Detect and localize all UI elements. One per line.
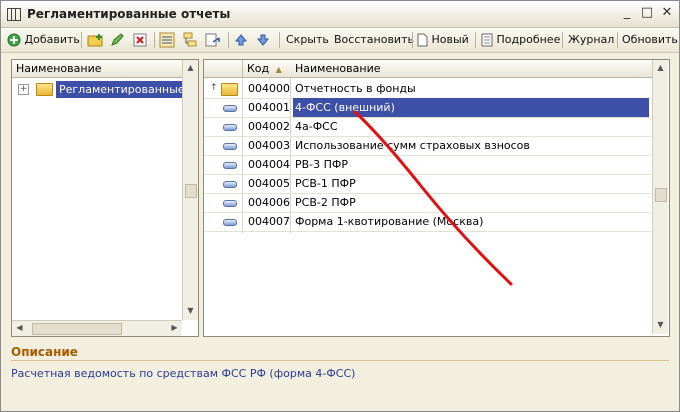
edit-button[interactable] <box>110 30 124 50</box>
tree-mode-button[interactable] <box>182 30 198 50</box>
code-header-label: Код <box>247 62 270 75</box>
restore-button[interactable]: Восстановить <box>334 30 414 50</box>
row-name: РВ-3 ПФР <box>295 158 349 171</box>
list-mode-button[interactable] <box>159 30 175 50</box>
delete-button[interactable] <box>133 30 147 50</box>
row-code: 004007 <box>248 215 290 228</box>
report-icon <box>223 143 237 150</box>
tree-panel: Наименование + Регламентированные от ▲ ▼… <box>11 59 199 337</box>
journal-button[interactable]: Журнал <box>568 30 614 50</box>
row-code: 004005 <box>248 177 290 190</box>
folder-icon: ↑ <box>204 79 242 98</box>
move-icon <box>205 33 220 47</box>
new-button[interactable]: Новый <box>417 30 469 50</box>
report-icon <box>204 155 242 174</box>
report-icon <box>204 117 242 136</box>
row-name: 4а-ФСС <box>295 120 338 133</box>
move-down-button[interactable] <box>256 30 270 50</box>
table-vertical-scrollbar[interactable]: ▲ ▼ <box>652 60 668 334</box>
list-icon <box>159 32 175 48</box>
add-icon <box>7 33 21 47</box>
delete-icon <box>133 33 147 47</box>
add-folder-icon <box>87 34 103 47</box>
add-button[interactable]: Добавить <box>7 30 80 50</box>
report-icon <box>223 105 237 112</box>
report-icon <box>223 200 237 207</box>
hierarchy-icon <box>183 32 197 47</box>
expand-icon[interactable]: + <box>18 84 29 95</box>
row-name: Отчетность в фонды <box>295 82 416 95</box>
move-up-button[interactable] <box>234 30 248 50</box>
close-icon[interactable]: ✕ <box>659 5 675 21</box>
table-row[interactable]: ↑ 004000 Отчетность в фонды <box>204 79 651 99</box>
tree-horizontal-scrollbar[interactable]: ◀ ▶ <box>12 320 182 336</box>
title-bar: Регламентированные отчеты _ □ ✕ <box>1 1 679 28</box>
annotation-arrow <box>353 110 513 286</box>
row-code: 004002 <box>248 120 290 133</box>
row-code: 004000 <box>248 82 290 95</box>
window-title: Регламентированные отчеты <box>27 7 231 21</box>
refresh-button[interactable]: Обновить <box>622 30 678 50</box>
scroll-thumb[interactable] <box>185 184 197 198</box>
report-icon <box>223 181 237 188</box>
report-icon <box>204 98 242 117</box>
row-code: 004003 <box>248 139 290 152</box>
row-code: 004001 <box>248 101 290 114</box>
hide-button[interactable]: Скрыть <box>286 30 329 50</box>
scroll-left-icon[interactable]: ◀ <box>12 323 27 332</box>
new-document-icon <box>417 33 428 47</box>
sort-icon: ▲ <box>275 65 282 74</box>
scroll-down-icon[interactable]: ▼ <box>653 320 668 329</box>
pencil-icon <box>111 33 124 46</box>
details-label: Подробнее <box>496 33 561 46</box>
details-icon <box>481 33 493 47</box>
report-icon <box>204 193 242 212</box>
hscroll-thumb[interactable] <box>32 323 122 335</box>
toolbar: Добавить Скрыть Восстановить Новый Подро… <box>1 28 679 53</box>
tree-vertical-scrollbar[interactable]: ▲ ▼ <box>182 60 198 320</box>
report-icon <box>204 212 242 231</box>
folder-icon <box>36 83 53 96</box>
scroll-right-icon[interactable]: ▶ <box>167 323 182 332</box>
add-folder-button[interactable] <box>87 30 105 50</box>
description-text: Расчетная ведомость по средствам ФСС РФ … <box>11 367 356 380</box>
scroll-down-icon[interactable]: ▼ <box>183 306 198 315</box>
move-button[interactable] <box>205 30 221 50</box>
level-up-icon[interactable]: ↑ <box>210 79 218 98</box>
folder-icon <box>221 83 238 96</box>
icon-column-header <box>204 60 243 78</box>
description-label: Описание <box>11 345 78 359</box>
table-icon <box>7 8 21 21</box>
row-code: 004004 <box>248 158 290 171</box>
row-code: 004006 <box>248 196 290 209</box>
description-divider <box>11 360 669 361</box>
tree-item-reports[interactable]: Регламентированные от <box>56 81 185 98</box>
report-icon <box>204 174 242 193</box>
name-column-header[interactable]: Наименование <box>293 60 653 78</box>
report-icon <box>223 124 237 131</box>
report-icon <box>204 136 242 155</box>
tree-column-header[interactable]: Наименование <box>12 60 186 78</box>
maximize-icon[interactable]: □ <box>639 5 655 21</box>
report-icon <box>223 162 237 169</box>
arrow-up-icon <box>234 34 248 46</box>
arrow-down-icon <box>256 34 270 46</box>
minimize-icon[interactable]: _ <box>619 5 635 21</box>
details-button[interactable]: Подробнее <box>481 30 560 50</box>
new-label: Новый <box>431 33 469 46</box>
report-window: Регламентированные отчеты _ □ ✕ Добавить <box>0 0 680 412</box>
scroll-thumb[interactable] <box>655 188 667 202</box>
code-column-header[interactable]: Код ▲ <box>243 60 294 78</box>
scroll-up-icon[interactable]: ▲ <box>183 63 198 72</box>
report-icon <box>223 219 237 226</box>
scroll-up-icon[interactable]: ▲ <box>653 63 668 72</box>
add-label: Добавить <box>24 33 80 46</box>
